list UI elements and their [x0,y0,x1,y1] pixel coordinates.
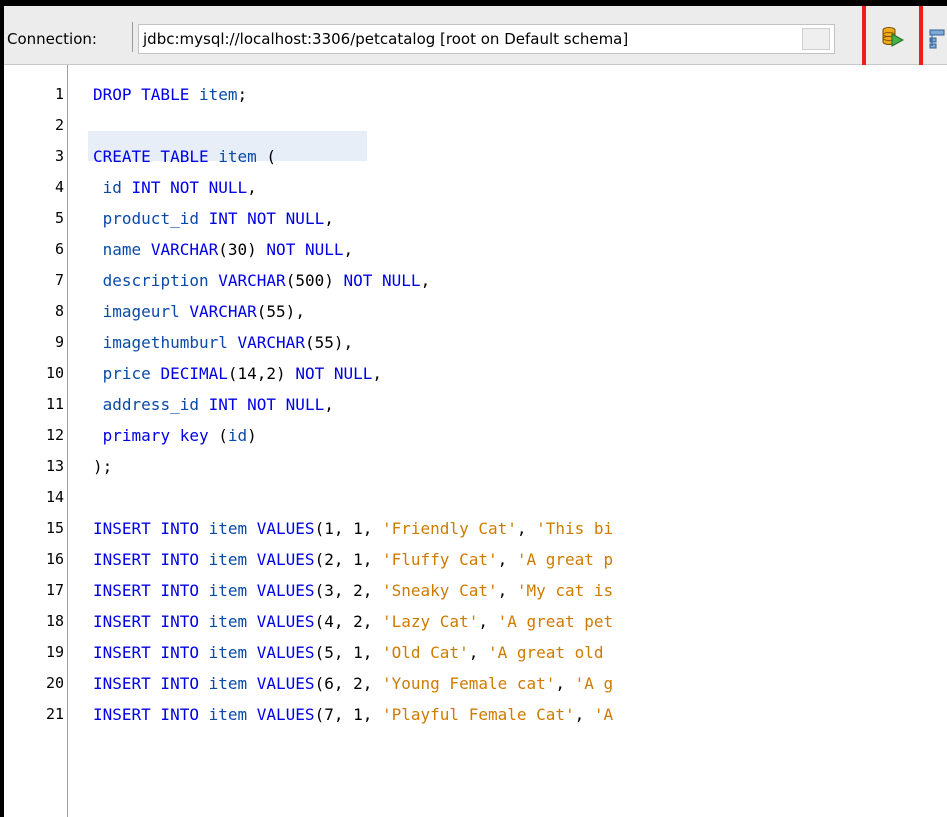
code-line[interactable]: 9 imagethumburl VARCHAR(55), [4,327,947,358]
code-line[interactable]: 12 primary key (id) [4,420,947,451]
code-text: CREATE TABLE item ( [93,147,277,166]
connection-label: Connection: [7,30,97,48]
execution-plan-icon [929,29,945,49]
code-text: imagethumburl VARCHAR(55), [102,333,354,352]
line-number: 20 [45,674,64,692]
code-text: primary key (id) [102,426,257,445]
line-number: 21 [45,705,64,723]
line-number: 5 [54,209,64,227]
connection-dropdown[interactable]: jdbc:mysql://localhost:3306/petcatalog [… [138,24,835,54]
code-line[interactable]: 3 CREATE TABLE item ( [4,141,947,172]
line-number: 4 [54,178,64,196]
code-line[interactable]: 14 [4,482,947,513]
line-number: 13 [45,457,64,475]
code-text: INSERT INTO item VALUES(4, 2, 'Lazy Cat'… [93,612,614,631]
line-number: 10 [45,364,64,382]
code-line[interactable]: 18 INSERT INTO item VALUES(4, 2, 'Lazy C… [4,606,947,637]
code-text: imageurl VARCHAR(55), [102,302,305,321]
run-sql-button[interactable] [862,6,923,70]
code-text: INSERT INTO item VALUES(1, 1, 'Friendly … [93,519,614,538]
connection-value: jdbc:mysql://localhost:3306/petcatalog [… [143,30,629,48]
code-line[interactable]: 8 imageurl VARCHAR(55), [4,296,947,327]
code-line[interactable]: 16 INSERT INTO item VALUES(2, 1, 'Fluffy… [4,544,947,575]
code-line[interactable]: 5 product_id INT NOT NULL, [4,203,947,234]
code-text: INSERT INTO item VALUES(2, 1, 'Fluffy Ca… [93,550,614,569]
line-number: 19 [45,643,64,661]
code-text: name VARCHAR(30) NOT NULL, [102,240,354,259]
code-line[interactable]: 10 price DECIMAL(14,2) NOT NULL, [4,358,947,389]
code-line[interactable]: 2 [4,110,947,141]
code-line[interactable]: 6 name VARCHAR(30) NOT NULL, [4,234,947,265]
code-text: price DECIMAL(14,2) NOT NULL, [102,364,383,383]
sql-editor[interactable]: 1 DROP TABLE item; 2 3 CREATE TABLE item… [4,65,947,817]
line-number: 15 [45,519,64,537]
code-text: INSERT INTO item VALUES(3, 2, 'Sneaky Ca… [93,581,614,600]
line-number: 16 [45,550,64,568]
line-number: 17 [45,581,64,599]
code-text: description VARCHAR(500) NOT NULL, [102,271,431,290]
sql-editor-window: Connection: jdbc:mysql://localhost:3306/… [4,6,947,817]
line-number: 2 [54,116,64,134]
line-number: 18 [45,612,64,630]
run-sql-icon [882,27,904,47]
code-text: ); [93,457,113,476]
code-line[interactable]: 15 INSERT INTO item VALUES(1, 1, 'Friend… [4,513,947,544]
toolbar-separator [132,22,133,52]
code-line[interactable]: 20 INSERT INTO item VALUES(6, 2, 'Young … [4,668,947,699]
line-number: 12 [45,426,64,444]
line-number: 3 [54,147,64,165]
connection-dropdown-arrow[interactable] [802,28,830,50]
line-number: 14 [45,488,64,506]
code-text: product_id INT NOT NULL, [102,209,334,228]
execution-plan-button[interactable] [928,29,947,49]
code-line[interactable]: 4 id INT NOT NULL, [4,172,947,203]
code-text: id INT NOT NULL, [102,178,257,197]
code-text: INSERT INTO item VALUES(5, 1, 'Old Cat',… [93,643,604,662]
code-text: address_id INT NOT NULL, [102,395,334,414]
line-number: 1 [54,85,64,103]
line-number: 11 [45,395,64,413]
code-line[interactable]: 17 INSERT INTO item VALUES(3, 2, 'Sneaky… [4,575,947,606]
line-number: 7 [54,271,64,289]
code-line[interactable]: 1 DROP TABLE item; [4,79,947,110]
code-text: DROP TABLE item; [93,85,248,104]
line-number: 8 [54,302,64,320]
sql-toolbar: Connection: jdbc:mysql://localhost:3306/… [4,6,947,70]
code-line[interactable]: 11 address_id INT NOT NULL, [4,389,947,420]
code-line[interactable]: 13 ); [4,451,947,482]
line-number: 9 [54,333,64,351]
code-text: INSERT INTO item VALUES(7, 1, 'Playful F… [93,705,614,724]
line-number: 6 [54,240,64,258]
code-line[interactable]: 21 INSERT INTO item VALUES(7, 1, 'Playfu… [4,699,947,730]
code-line[interactable]: 7 description VARCHAR(500) NOT NULL, [4,265,947,296]
code-line[interactable]: 19 INSERT INTO item VALUES(5, 1, 'Old Ca… [4,637,947,668]
code-text: INSERT INTO item VALUES(6, 2, 'Young Fem… [93,674,614,693]
